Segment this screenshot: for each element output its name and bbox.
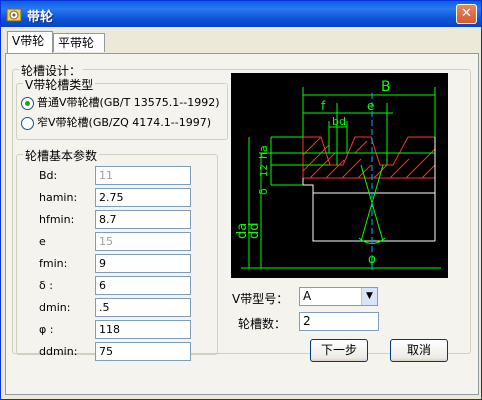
belt-type-value: A — [303, 289, 312, 303]
param-input-e[interactable]: 15 — [95, 232, 191, 251]
pulley-groove-diagram: B f e bd ha 12 δ da dd φ — [231, 73, 448, 278]
radio-narrow-v-groove-label: 窄V带轮槽(GB/ZQ 4174.1--1997) — [37, 116, 211, 129]
radio-standard-v-groove-label: 普通V带轮槽(GB/T 13575.1--1992) — [37, 96, 220, 109]
window-title: 带轮 — [27, 10, 54, 25]
param-label-hamin: hamin: — [39, 191, 78, 204]
param-label-bd: Bd: — [39, 169, 58, 182]
groove-count-label: 轮槽数： — [238, 317, 287, 331]
next-button[interactable]: 下一步 — [310, 339, 368, 362]
groove-params-group: 轮槽基本参数 Bd: 11 hamin: 2.75 hfmin: 8.7 e 1… — [16, 147, 218, 361]
dialog-window: 带轮 ✕ V带轮 平带轮 轮槽设计： V带轮槽类型 普通V带轮槽(GB/T 13… — [0, 0, 482, 400]
param-input-bd[interactable]: 11 — [95, 166, 191, 185]
diagram-label-phi: φ — [368, 252, 376, 266]
groove-type-group: V带轮槽类型 普通V带轮槽(GB/T 13575.1--1992) 窄V带轮槽(… — [16, 76, 228, 140]
close-icon: ✕ — [461, 6, 472, 21]
diagram-label-ha: ha — [257, 145, 270, 159]
param-input-dmin[interactable]: .5 — [95, 298, 191, 317]
param-label-e: e — [39, 235, 46, 248]
app-icon — [6, 8, 22, 22]
param-label-phi: φ : — [39, 323, 54, 336]
belt-type-label: V带型号： — [232, 292, 289, 306]
param-label-delta: δ : — [39, 279, 53, 292]
param-input-ddmin[interactable]: 75 — [95, 342, 191, 361]
cancel-button[interactable]: 取消 — [390, 339, 448, 362]
groove-params-title: 轮槽基本参数 — [23, 147, 100, 164]
radio-narrow-v-groove[interactable]: 窄V带轮槽(GB/ZQ 4174.1--1997) — [21, 114, 211, 130]
diagram-label-12: 12 — [259, 164, 270, 177]
diagram-label-dd: dd — [247, 222, 262, 239]
radio-narrow-v-groove-button[interactable] — [21, 116, 34, 130]
radio-standard-v-groove[interactable]: 普通V带轮槽(GB/T 13575.1--1992) — [21, 94, 220, 110]
diagram-label-bd: bd — [332, 115, 346, 128]
groove-count-input[interactable]: 2 — [299, 312, 379, 331]
close-button[interactable]: ✕ — [456, 4, 477, 24]
param-input-fmin[interactable]: 9 — [95, 254, 191, 273]
param-input-hfmin[interactable]: 8.7 — [95, 210, 191, 229]
dropdown-arrow-icon[interactable]: ▼ — [361, 288, 377, 305]
belt-type-select[interactable]: A ▼ — [299, 287, 378, 306]
title-bar[interactable]: 带轮 ✕ — [1, 1, 481, 27]
param-input-hamin[interactable]: 2.75 — [95, 188, 191, 207]
radio-standard-v-groove-button[interactable] — [21, 96, 34, 110]
tab-flat-belt[interactable]: 平带轮 — [53, 33, 105, 52]
param-label-hfmin: hfmin: — [39, 213, 75, 226]
diagram-label-delta: δ — [257, 188, 270, 195]
param-label-fmin: fmin: — [39, 257, 68, 270]
diagram-label-e: e — [367, 99, 374, 113]
param-input-phi[interactable]: 118 — [95, 320, 191, 339]
groove-type-title: V带轮槽类型 — [23, 76, 96, 93]
diagram-label-b: B — [381, 79, 391, 95]
param-input-delta[interactable]: 6 — [95, 276, 191, 295]
param-label-ddmin: ddmin: — [39, 345, 78, 358]
param-label-dmin: dmin: — [39, 301, 71, 314]
tab-v-belt[interactable]: V带轮 — [7, 31, 53, 53]
